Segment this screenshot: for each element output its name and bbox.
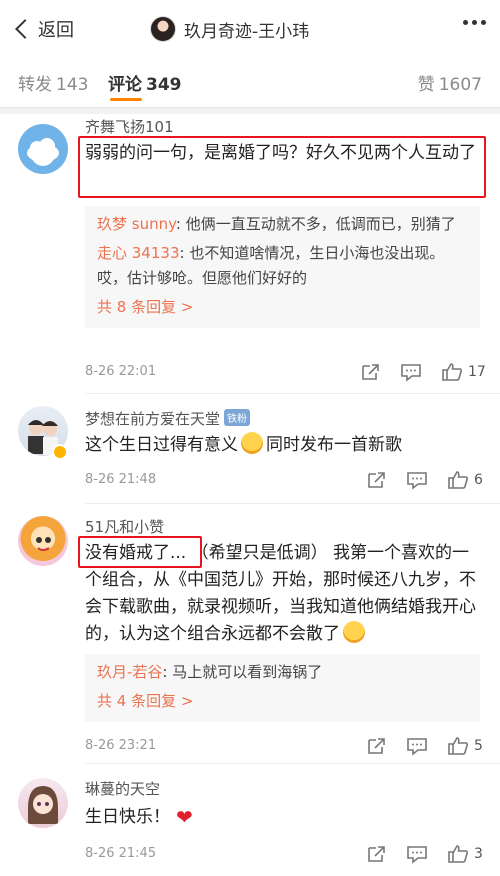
comment-text: 这个生日过得有意义 xyxy=(85,435,238,455)
avatar[interactable] xyxy=(18,124,68,174)
avatar[interactable] xyxy=(18,516,68,566)
comment-time: 8-26 21:48 xyxy=(85,472,157,487)
reply-text: : 他俩一直互动就不多，低调而已，别猜了 xyxy=(175,215,456,233)
reply-item[interactable]: 玖梦 sunny: 他俩一直互动就不多，低调而已，别猜了 xyxy=(97,212,468,237)
tab-likes[interactable]: 赞 1607 xyxy=(418,70,482,95)
like-thumb-icon[interactable] xyxy=(447,470,469,490)
comment-username[interactable]: 梦想在前方爱在天堂 xyxy=(85,410,220,428)
reply-item[interactable]: 走心 34133: 也不知道啥情况，生日小海也没出现。 哎，估计够呛。但愿他们好… xyxy=(97,241,468,291)
comment-text: 生日快乐！ xyxy=(85,807,170,827)
active-tab-indicator xyxy=(110,98,142,101)
vip-badge-icon xyxy=(52,444,68,460)
tab-reposts-count: 143 xyxy=(56,75,89,95)
like-count: 6 xyxy=(474,472,483,488)
page-title: 玖月奇迹-王小玮 xyxy=(184,21,310,42)
avatar[interactable] xyxy=(18,778,68,828)
comment-item: 梦想在前方爱在天堂 铁粉 这个生日过得有意义 同时发布一首新歌 8-26 21:48… xyxy=(0,394,500,504)
comment-highlight-text: 没有婚戒了... xyxy=(85,543,187,563)
reply-username[interactable]: 玖梦 sunny xyxy=(97,215,176,233)
heart-emoji-icon: ❤ xyxy=(176,805,193,829)
author-avatar[interactable] xyxy=(150,16,176,42)
comment-text-2: 同时发布一首新歌 xyxy=(266,435,402,455)
comment-item: 51凡和小赞 没有婚戒了... （希望只是低调） 我第一个喜欢的一个组合，从《中… xyxy=(0,504,500,764)
share-icon[interactable] xyxy=(366,736,388,756)
comment-time: 8-26 22:01 xyxy=(85,364,157,379)
cartoon-avatar-icon xyxy=(36,537,51,551)
comment-text-row: 生日快乐！ ❤ xyxy=(85,804,480,831)
comment-username[interactable]: 51凡和小赞 xyxy=(85,516,164,537)
fan-badge: 铁粉 xyxy=(224,409,251,426)
like-count: 17 xyxy=(468,364,486,380)
tab-reposts[interactable]: 转发 143 xyxy=(18,70,88,95)
tab-comments-count: 349 xyxy=(146,75,182,95)
crying-emoji-icon xyxy=(343,621,365,643)
comment-username[interactable]: 琳蔓的天空 xyxy=(85,778,160,799)
back-label: 返回 xyxy=(38,20,74,41)
page-title-group: 玖月奇迹-王小玮 xyxy=(150,14,309,44)
comment-meta: 8-26 21:45 3 xyxy=(85,844,485,866)
comment-meta: 8-26 22:01 17 xyxy=(85,362,486,384)
like-thumb-icon[interactable] xyxy=(441,362,463,382)
tab-likes-count: 1607 xyxy=(438,75,482,95)
reply-username[interactable]: 玖月-若谷 xyxy=(97,663,162,681)
like-thumb-icon[interactable] xyxy=(447,844,469,864)
reply-username[interactable]: 走心 34133 xyxy=(97,244,180,262)
back-chevron-icon xyxy=(15,19,35,39)
comment-icon[interactable] xyxy=(400,362,422,382)
comment-icon[interactable] xyxy=(406,844,428,864)
reply-item[interactable]: 玖月-若谷: 马上就可以看到海锅了 xyxy=(97,660,468,685)
anime-girl-avatar-icon xyxy=(28,786,58,824)
comment-icon[interactable] xyxy=(406,736,428,756)
like-count: 5 xyxy=(474,738,483,754)
reply-list[interactable]: 玖梦 sunny: 他俩一直互动就不多，低调而已，别猜了 走心 34133: 也… xyxy=(85,206,480,328)
back-button[interactable]: 返回 xyxy=(12,14,74,44)
comment-item: 琳蔓的天空 生日快乐！ ❤ 8-26 21:45 3 xyxy=(0,764,500,876)
reply-text: : 马上就可以看到海锅了 xyxy=(162,663,323,681)
tab-comments-label: 评论 xyxy=(108,75,142,95)
comment-text-row: 这个生日过得有意义 同时发布一首新歌 xyxy=(85,432,480,459)
more-dots-icon[interactable] xyxy=(463,20,486,25)
tab-likes-label: 赞 xyxy=(417,75,435,95)
comment-meta: 8-26 23:21 5 xyxy=(85,736,485,758)
like-thumb-icon[interactable] xyxy=(447,736,469,756)
comment-text: 弱弱的问一句，是离婚了吗？好久不见两个人互动了 xyxy=(85,143,476,163)
comment-text-block: 没有婚戒了... （希望只是低调） 我第一个喜欢的一个组合，从《中国范儿》开始，… xyxy=(85,540,480,648)
comment-username[interactable]: 齐舞飞扬101 xyxy=(85,116,174,137)
comment-username-row: 梦想在前方爱在天堂 铁粉 xyxy=(85,408,251,429)
more-replies-link[interactable]: 共 8 条回复 > xyxy=(97,295,468,320)
comment-meta: 8-26 21:48 6 xyxy=(85,470,485,492)
comment-time: 8-26 23:21 xyxy=(85,738,157,753)
comment-time: 8-26 21:45 xyxy=(85,846,157,861)
tab-comments[interactable]: 评论 349 xyxy=(108,70,182,95)
more-replies-link[interactable]: 共 4 条回复 > xyxy=(97,689,468,714)
reply-list[interactable]: 玖月-若谷: 马上就可以看到海锅了 共 4 条回复 > xyxy=(85,654,480,722)
share-icon[interactable] xyxy=(366,470,388,490)
share-icon[interactable] xyxy=(366,844,388,864)
top-nav-bar: 返回 玖月奇迹-王小玮 xyxy=(0,0,500,58)
comment-item: 齐舞飞扬101 弱弱的问一句，是离婚了吗？好久不见两个人互动了 玖梦 sunny… xyxy=(0,114,500,394)
tab-bar: 转发 143 评论 349 赞 1607 xyxy=(0,58,500,108)
cloud-icon xyxy=(27,138,59,162)
blush-emoji-icon xyxy=(241,432,263,454)
comment-icon[interactable] xyxy=(406,470,428,490)
like-count: 3 xyxy=(474,846,483,862)
tab-reposts-label: 转发 xyxy=(18,75,52,95)
share-icon[interactable] xyxy=(360,362,382,382)
